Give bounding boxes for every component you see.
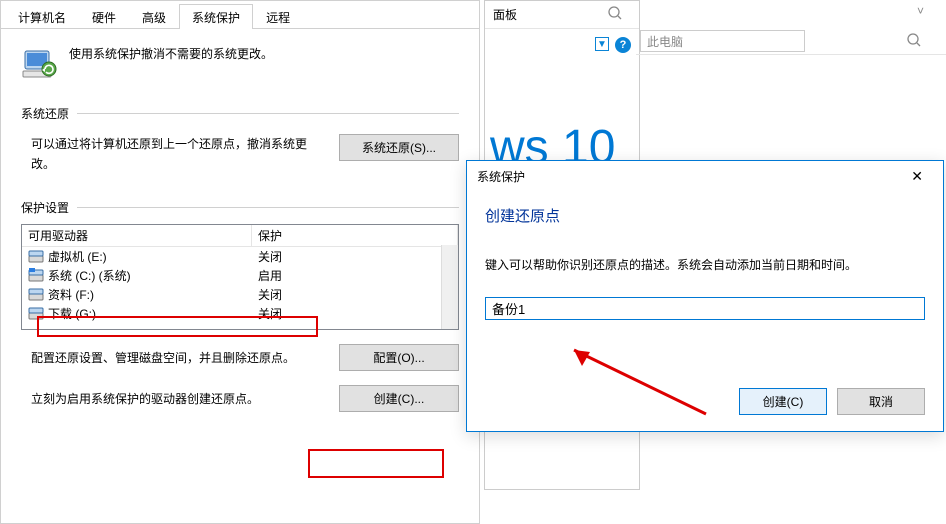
tabstrip: 计算机名 硬件 高级 系统保护 远程: [1, 1, 479, 29]
help-icon[interactable]: ?: [615, 37, 631, 53]
annotation-highlight-create: [308, 449, 444, 478]
create-button[interactable]: 创建(C)...: [339, 385, 459, 412]
tab-computer-name[interactable]: 计算机名: [5, 4, 79, 29]
explorer-search-placeholder: 此电脑: [647, 33, 683, 50]
section-settings-title: 保护设置: [21, 199, 69, 216]
modal-heading: 创建还原点: [485, 205, 925, 226]
search-icon: [906, 32, 922, 51]
restore-desc: 可以通过将计算机还原到上一个还原点，撤消系统更改。: [21, 134, 327, 175]
system-protection-icon: [21, 45, 57, 81]
table-row[interactable]: 虚拟机 (E:) 关闭: [22, 247, 458, 266]
drive-name: 系统 (C:) (系统): [48, 267, 131, 284]
modal-cancel-button[interactable]: 取消: [837, 388, 925, 415]
drive-status: 启用: [258, 267, 452, 284]
drive-status: 关闭: [258, 305, 452, 322]
modal-create-button[interactable]: 创建(C): [739, 388, 827, 415]
modal-title: 系统保护: [477, 168, 525, 185]
tab-remote[interactable]: 远程: [253, 4, 303, 29]
create-desc: 立刻为启用系统保护的驱动器创建还原点。: [21, 390, 327, 407]
drive-name: 资料 (F:): [48, 286, 94, 303]
system-restore-button[interactable]: 系统还原(S)...: [339, 134, 459, 161]
section-restore-title: 系统还原: [21, 105, 69, 122]
configure-button[interactable]: 配置(O)...: [339, 344, 459, 371]
tab-hardware[interactable]: 硬件: [79, 4, 129, 29]
panel-label: 面板: [493, 6, 517, 23]
chevron-down-icon[interactable]: ˅: [917, 4, 924, 18]
drive-name: 虚拟机 (E:): [48, 248, 107, 265]
table-row[interactable]: 系统 (C:) (系统) 启用: [22, 266, 458, 285]
col-drive-header: 可用驱动器: [22, 225, 252, 246]
scrollbar[interactable]: [441, 245, 458, 329]
modal-desc: 键入可以帮助你识别还原点的描述。系统会自动添加当前日期和时间。: [485, 256, 925, 273]
table-row[interactable]: 资料 (F:) 关闭: [22, 285, 458, 304]
search-icon[interactable]: [607, 5, 631, 25]
explorer-search[interactable]: 此电脑: [640, 30, 805, 52]
tab-system-protection[interactable]: 系统保护: [179, 4, 253, 29]
drive-name: 下载 (G:): [48, 305, 96, 322]
create-restore-point-dialog: 系统保护 ✕ 创建还原点 键入可以帮助你识别还原点的描述。系统会自动添加当前日期…: [466, 160, 944, 432]
table-row[interactable]: 下载 (G:) 关闭: [22, 304, 458, 323]
intro-text: 使用系统保护撤消不需要的系统更改。: [69, 45, 273, 62]
col-protect-header: 保护: [252, 225, 458, 246]
drives-table[interactable]: 可用驱动器 保护 虚拟机 (E:)关闭系统 (C:) (系统)启用资料 (F:)…: [21, 224, 459, 330]
close-icon[interactable]: ✕: [901, 166, 933, 187]
restore-point-name-input[interactable]: [485, 297, 925, 320]
drive-status: 关闭: [258, 248, 452, 265]
explorer-window: ˅ 此电脑: [636, 0, 946, 55]
system-properties-dialog: 计算机名 硬件 高级 系统保护 远程 使用系统保护撤消不需要的系统更改。 系统还…: [0, 0, 480, 524]
tab-advanced[interactable]: 高级: [129, 4, 179, 29]
down-arrow-icon[interactable]: ▼: [595, 37, 609, 51]
drive-status: 关闭: [258, 286, 452, 303]
config-desc: 配置还原设置、管理磁盘空间，并且删除还原点。: [21, 349, 327, 366]
